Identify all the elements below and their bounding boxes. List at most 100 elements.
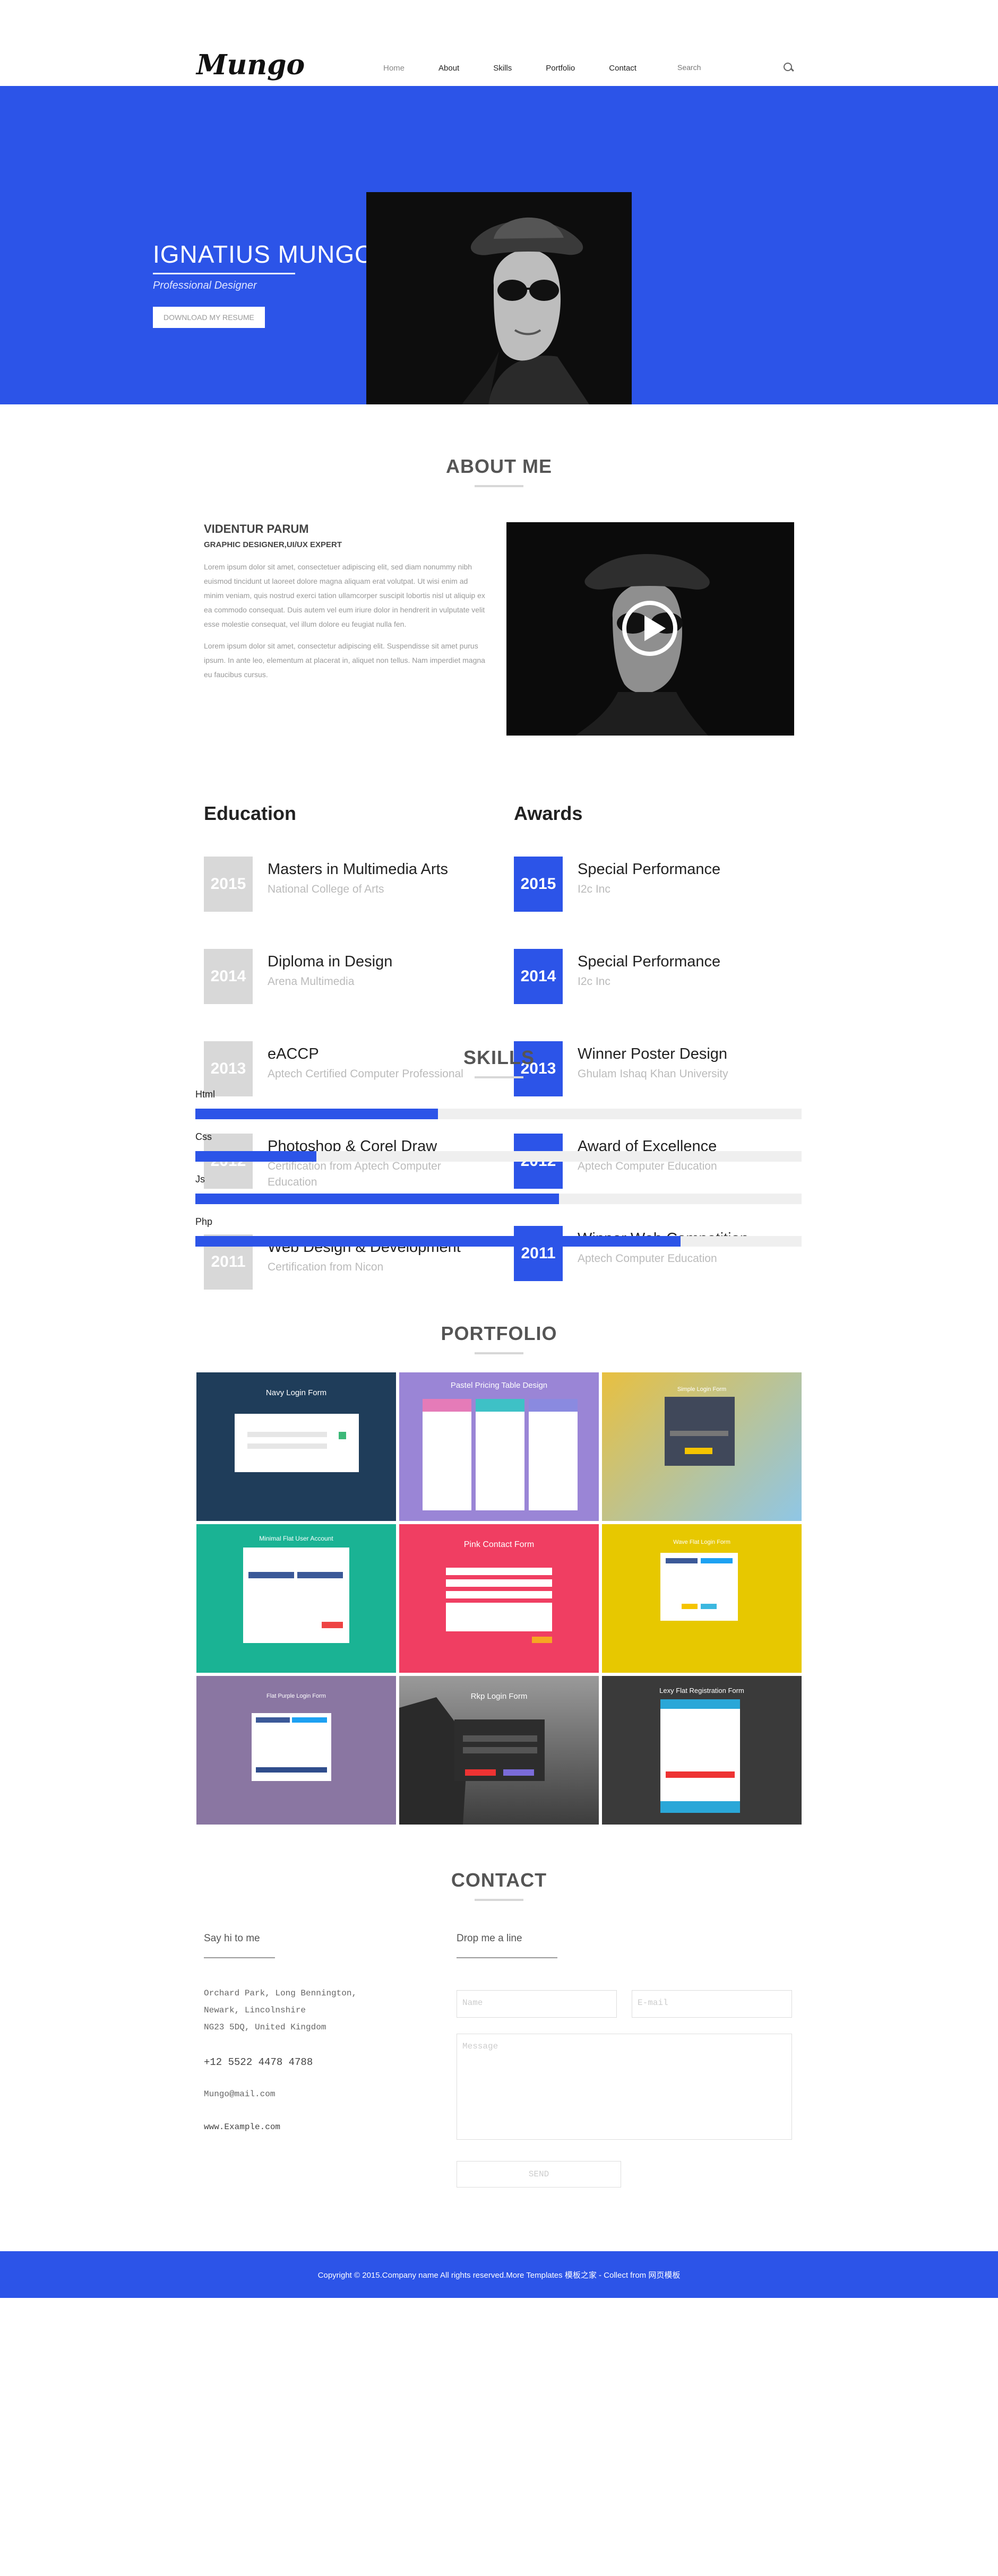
- portfolio-tile[interactable]: Wave Flat Login Form: [602, 1524, 802, 1673]
- download-resume-button[interactable]: DOWNLOAD MY RESUME: [153, 307, 265, 328]
- portfolio-tile[interactable]: Simple Login Form: [602, 1372, 802, 1521]
- name-input[interactable]: Name: [457, 1990, 617, 2018]
- nav-home[interactable]: Home: [383, 64, 405, 73]
- awards-title: Awards: [514, 802, 583, 824]
- award-item-title: Special Performance: [578, 953, 721, 970]
- portfolio-grid: Navy Login Form Pastel Pricing Table Des…: [196, 1372, 802, 1825]
- site-footer: Copyright © 2015.Company name All rights…: [0, 2251, 998, 2298]
- about-title-rule: [475, 485, 523, 487]
- main-nav: Home About Skills Portfolio Contact: [383, 64, 670, 73]
- footer-copyright: Copyright © 2015.Company name All rights…: [317, 2270, 681, 2280]
- education-title: Education: [204, 802, 297, 824]
- education-item-place: Arena Multimedia: [268, 975, 355, 988]
- education-item: 2015 Masters in Multimedia Arts National …: [204, 857, 491, 949]
- year-badge: 2015: [514, 857, 563, 912]
- about-section: ABOUT ME VIDENTUR PARUM GRAPHIC DESIGNER…: [0, 404, 998, 1290]
- address-line: Newark, Lincolnshire: [204, 2006, 306, 2015]
- skills-title: SKILLS: [463, 1047, 535, 1068]
- send-button[interactable]: SEND: [457, 2161, 621, 2188]
- skill-fill: [195, 1109, 438, 1119]
- year-badge: 2014: [204, 949, 253, 1004]
- skills-title-rule: [475, 1076, 523, 1078]
- search-icon[interactable]: [782, 62, 794, 73]
- portfolio-tile[interactable]: Flat Purple Login Form: [196, 1676, 396, 1825]
- year-badge: 2014: [514, 949, 563, 1004]
- education-item-place: National College of Arts: [268, 883, 384, 895]
- email-input[interactable]: E-mail: [632, 1990, 792, 2018]
- about-title: ABOUT ME: [446, 455, 552, 477]
- contact-info: Say hi to me Orchard Park, Long Benningt…: [204, 1933, 363, 2136]
- portfolio-title: PORTFOLIO: [441, 1322, 557, 1344]
- portfolio-tile-title: Wave Flat Login Form: [673, 1539, 730, 1545]
- portfolio-tile[interactable]: Navy Login Form: [196, 1372, 396, 1521]
- portfolio-tile[interactable]: Pink Contact Form: [399, 1524, 599, 1673]
- skill-fill: [195, 1194, 560, 1204]
- portfolio-tile-title: Flat Purple Login Form: [266, 1693, 326, 1699]
- award-item-title: Special Performance: [578, 861, 721, 878]
- about-name: VIDENTUR PARUM: [204, 522, 309, 535]
- contact-info-heading: Say hi to me: [204, 1933, 260, 1944]
- contact-title: CONTACT: [451, 1869, 547, 1891]
- skills-section: SKILLS Html Css Js Php: [0, 1047, 998, 1322]
- about-video[interactable]: [506, 522, 794, 736]
- contact-email[interactable]: Mungo@mail.com: [204, 2086, 363, 2103]
- education-item-title: Masters in Multimedia Arts: [268, 861, 449, 878]
- hero-name: IGNATIUS MUNGO: [153, 240, 374, 268]
- contact-title-rule: [475, 1899, 523, 1901]
- portfolio-tile[interactable]: Minimal Flat User Account: [196, 1524, 396, 1673]
- contact-website[interactable]: www.Example.com: [204, 2119, 363, 2136]
- nav-about[interactable]: About: [438, 64, 459, 73]
- skill-track: [195, 1194, 802, 1204]
- nav-contact[interactable]: Contact: [609, 64, 636, 73]
- portfolio-section: PORTFOLIO Navy Login Form Pastel Pricing…: [0, 1322, 998, 1869]
- portfolio-tile-title: Minimal Flat User Account: [259, 1535, 333, 1542]
- hero-text: IGNATIUS MUNGO Professional Designer DOW…: [153, 240, 374, 328]
- portfolio-tile[interactable]: Rkp Login Form: [399, 1676, 599, 1825]
- contact-phone: +12 5522 4478 4788: [204, 2056, 313, 2068]
- portfolio-tile[interactable]: Pastel Pricing Table Design: [399, 1372, 599, 1521]
- portfolio-tile-title: Simple Login Form: [677, 1386, 727, 1393]
- award-item: 2014 Special Performance I2c Inc: [514, 949, 801, 1041]
- year-badge: 2015: [204, 857, 253, 912]
- contact-form-rule: [457, 1957, 557, 1958]
- site-logo[interactable]: Mungo: [196, 49, 305, 81]
- skill-js: Js: [195, 1174, 802, 1204]
- hero-role: Professional Designer: [153, 280, 257, 291]
- award-item-place: I2c Inc: [578, 975, 610, 988]
- hero-divider: [153, 273, 295, 274]
- contact-section: CONTACT Say hi to me Orchard Park, Long …: [0, 1869, 998, 2251]
- portfolio-tile-title: Navy Login Form: [265, 1388, 327, 1397]
- skill-fill: [195, 1236, 681, 1247]
- address-line: Orchard Park, Long Bennington,: [204, 1989, 357, 1998]
- skill-label: Css: [195, 1131, 212, 1142]
- portfolio-tile[interactable]: Lexy Flat Registration Form: [602, 1676, 802, 1825]
- skill-css: Css: [195, 1131, 802, 1162]
- portfolio-tile-title: Pastel Pricing Table Design: [450, 1381, 548, 1390]
- contact-form: Drop me a line Name E-mail Message SEND: [457, 1933, 794, 2188]
- portfolio-tile-title: Pink Contact Form: [463, 1540, 535, 1549]
- nav-portfolio[interactable]: Portfolio: [546, 64, 575, 73]
- award-item-place: I2c Inc: [578, 883, 610, 895]
- skill-track: [195, 1236, 802, 1247]
- skill-track: [195, 1151, 802, 1162]
- education-item: 2014 Diploma in Design Arena Multimedia: [204, 949, 491, 1041]
- skill-label: Html: [195, 1089, 215, 1100]
- hero-portrait-image: [366, 192, 632, 404]
- hero-banner: IGNATIUS MUNGO Professional Designer DOW…: [0, 86, 998, 404]
- search-box: [677, 58, 805, 76]
- portfolio-title-rule: [475, 1352, 523, 1354]
- contact-form-heading: Drop me a line: [457, 1933, 522, 1944]
- education-item-title: Diploma in Design: [268, 953, 393, 970]
- nav-skills[interactable]: Skills: [493, 64, 512, 73]
- message-textarea[interactable]: Message: [457, 2034, 792, 2140]
- skill-fill: [195, 1151, 317, 1162]
- search-input[interactable]: [677, 63, 778, 72]
- skill-label: Php: [195, 1216, 213, 1227]
- about-subtitle: GRAPHIC DESIGNER,UI/UX EXPERT: [204, 540, 342, 549]
- skill-label: Js: [195, 1174, 205, 1185]
- about-text: VIDENTUR PARUM GRAPHIC DESIGNER,UI/UX EX…: [204, 522, 485, 682]
- contact-info-rule: [204, 1957, 275, 1958]
- award-item: 2015 Special Performance I2c Inc: [514, 857, 801, 949]
- play-icon[interactable]: [622, 601, 677, 656]
- portfolio-tile-title: Lexy Flat Registration Form: [659, 1687, 744, 1695]
